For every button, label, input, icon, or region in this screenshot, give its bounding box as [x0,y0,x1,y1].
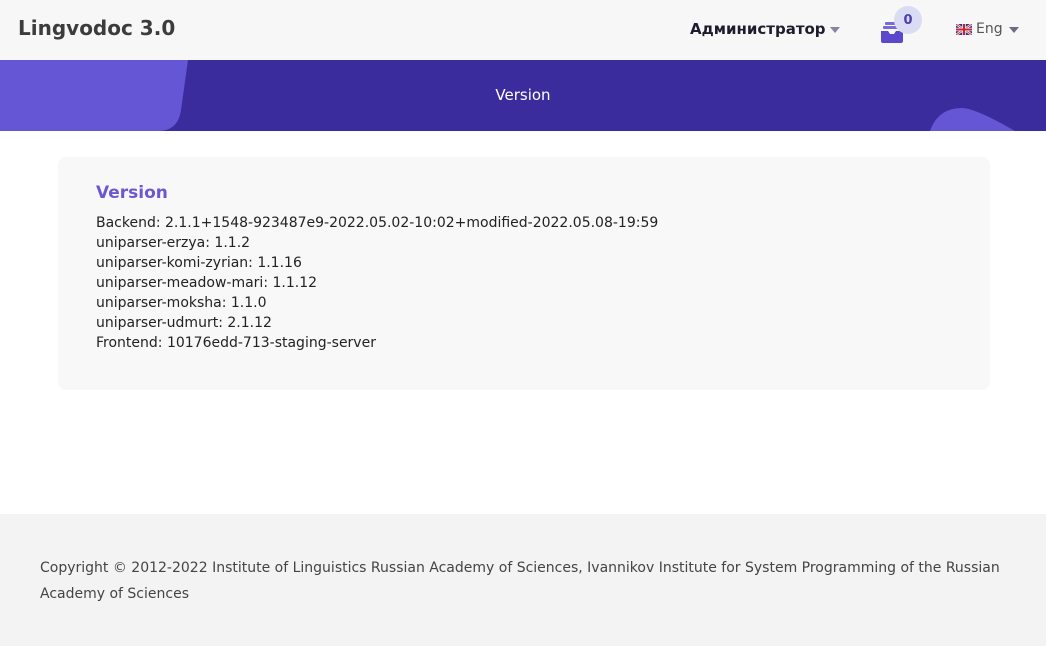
uk-flag-icon [956,23,972,35]
user-menu-label: Администратор [690,20,826,38]
version-entry-uniparser-meadow-mari: uniparser-meadow-mari: 1.1.12 [96,275,318,291]
notification-count-badge: 0 [894,6,922,34]
user-menu-dropdown[interactable]: Администратор [690,20,840,38]
page-footer: Copyright © 2012-2022 Institute of Lingu… [0,514,1046,646]
version-entry-uniparser-moksha: uniparser-moksha: 1.1.0 [96,295,267,311]
version-entry-uniparser-udmurt: uniparser-udmurt: 2.1.12 [96,315,272,331]
version-card-title: Version [96,183,168,203]
language-selector[interactable]: Eng [956,21,1019,37]
version-entry-backend: Backend: 2.1.1+1548-923487e9-2022.05.02-… [96,215,659,231]
version-list: Backend: 2.1.1+1548-923487e9-2022.05.02-… [96,213,658,353]
page-banner: Version [0,60,1046,131]
version-card: Version Backend: 2.1.1+1548-923487e9-202… [58,157,990,390]
chevron-down-icon [1008,27,1019,33]
version-entry-frontend: Frontend: 10176edd-713-staging-server [96,335,376,351]
copyright-text: Copyright © 2012-2022 Institute of Lingu… [40,560,1000,602]
language-label: Eng [976,21,1003,37]
brand-logo[interactable]: Lingvodoc 3.0 [18,16,175,40]
top-navbar: Lingvodoc 3.0 Администратор 0 Eng [0,0,1046,60]
chevron-down-icon [829,27,840,33]
version-entry-uniparser-komi-zyrian: uniparser-komi-zyrian: 1.1.16 [96,255,302,271]
version-entry-uniparser-erzya: uniparser-erzya: 1.1.2 [96,235,251,251]
page-title: Version [495,86,551,104]
